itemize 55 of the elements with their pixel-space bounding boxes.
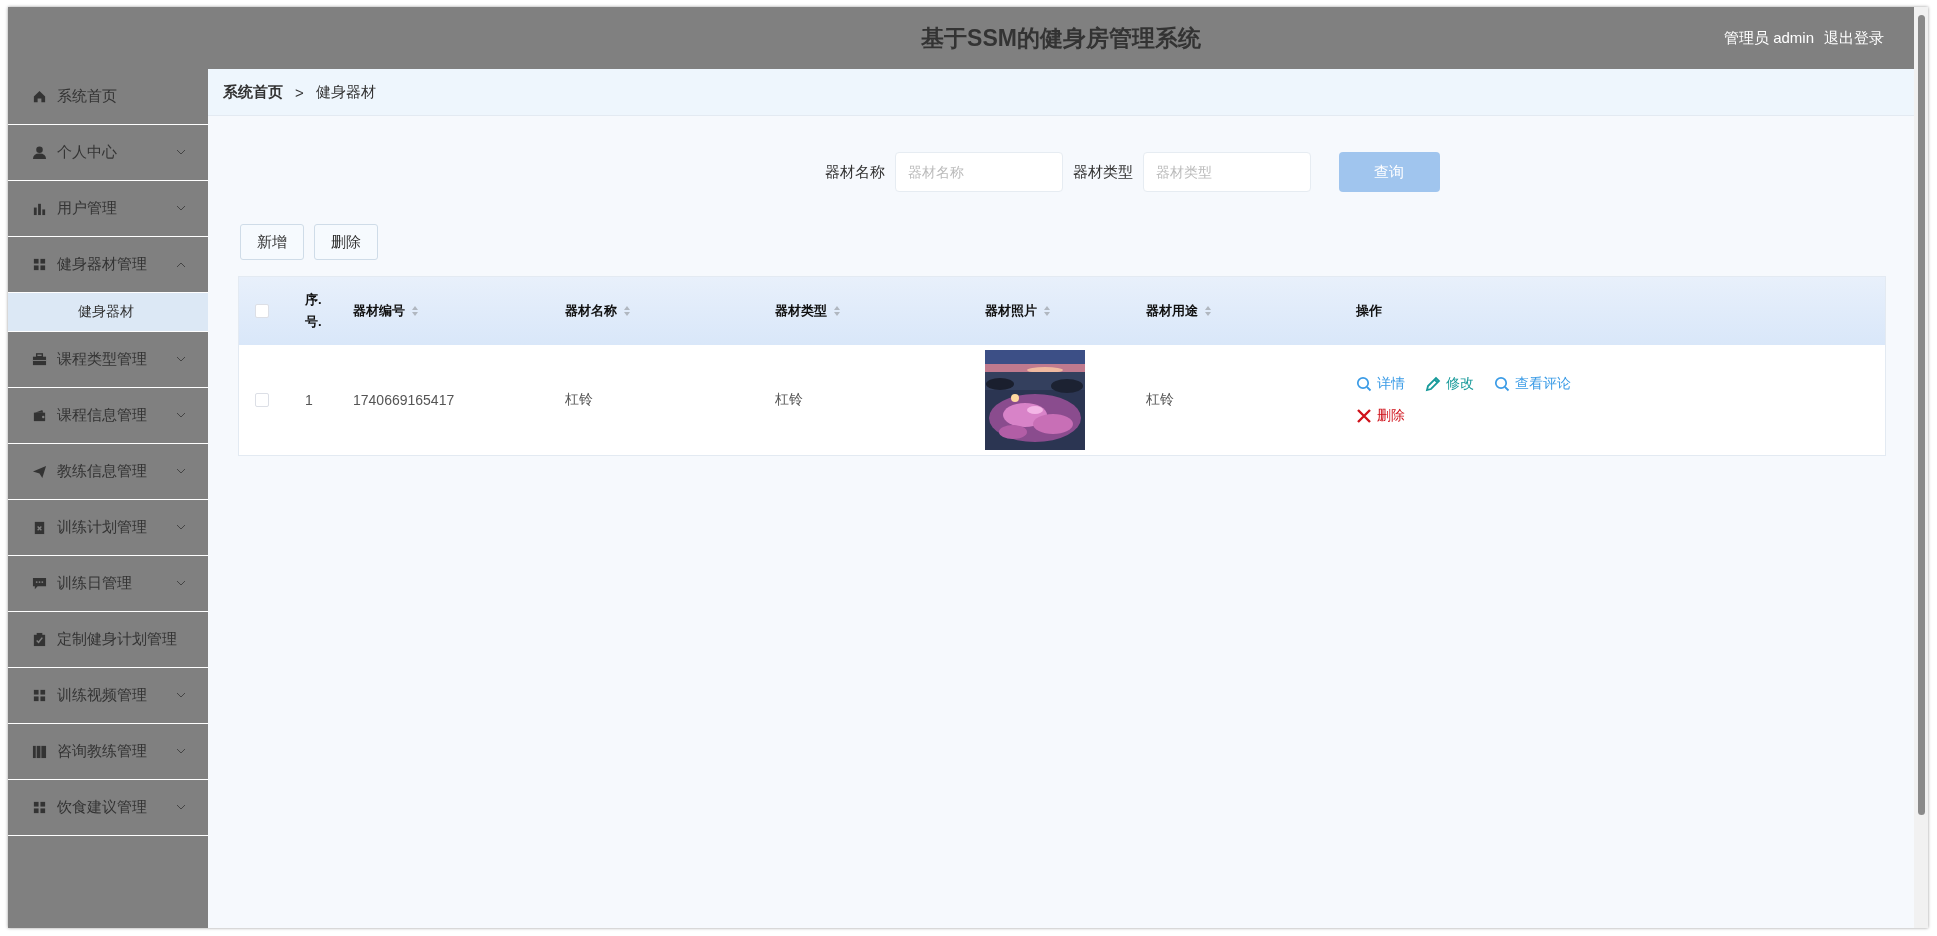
scrollbar[interactable] (1914, 7, 1928, 928)
menu-item-icon (32, 201, 47, 216)
menu-item-icon (32, 89, 47, 104)
sort-icon[interactable] (623, 304, 631, 317)
menu-item-icon (32, 800, 47, 815)
logout-link[interactable]: 退出登录 (1824, 28, 1884, 48)
search-icon (1494, 375, 1510, 392)
breadcrumb-item[interactable]: 系统首页 (223, 82, 283, 102)
pencil-icon (1425, 375, 1441, 392)
table-cell: 杠铃 (1138, 344, 1348, 455)
sort-icon[interactable] (1043, 304, 1051, 317)
column-header: 器材照片 (985, 301, 1037, 320)
menu-item-icon (32, 408, 47, 423)
breadcrumb-separator: > (295, 83, 304, 101)
search-field[interactable]: 器材名称 (894, 152, 1063, 192)
submenu-item[interactable]: 健身器材 (8, 293, 208, 332)
checkbox[interactable] (255, 392, 269, 407)
table-cell: 杠铃 (557, 344, 767, 455)
breadcrumb-item: 健身器材 (315, 82, 376, 102)
column-header: 器材名称 (565, 301, 617, 320)
search-icon (1356, 375, 1372, 392)
sort-icon[interactable] (411, 304, 419, 317)
menu-item-icon (32, 632, 47, 647)
menu-item-icon (32, 257, 47, 272)
menu-item-icon (32, 688, 47, 703)
column-header: 序. 号. (305, 290, 323, 331)
search-button[interactable]: 查询 (1338, 152, 1440, 192)
action-link[interactable]: 详情 (1356, 374, 1405, 393)
checkbox[interactable] (255, 303, 269, 318)
field-label: 器材名称 (824, 162, 885, 182)
field-label: 器材类型 (1072, 162, 1133, 182)
menu-item-icon (32, 145, 47, 160)
user-label: 管理员 admin (1723, 28, 1814, 48)
search-field[interactable]: 器材类型 (1142, 152, 1311, 192)
toolbar-button[interactable]: 新增 (240, 224, 304, 260)
action-link[interactable]: 修改 (1425, 374, 1474, 393)
menu-item-icon (32, 520, 47, 535)
app-title: 基于SSM的健身房管理系统 (921, 23, 1201, 53)
table-cell: 杠铃 (767, 344, 977, 455)
column-header: 器材编号 (353, 301, 405, 320)
table-cell: 1 (297, 344, 345, 455)
toolbar-button[interactable]: 删除 (314, 224, 378, 260)
close-icon (1356, 407, 1372, 424)
menu-item-icon (32, 576, 47, 591)
sort-icon[interactable] (1204, 304, 1212, 317)
column-header: 器材类型 (775, 301, 827, 320)
menu-item-icon (32, 352, 47, 367)
action-link[interactable]: 删除 (1356, 406, 1405, 425)
action-link[interactable]: 查看评论 (1494, 374, 1571, 393)
menu-item-icon (32, 744, 47, 759)
menu-item-icon (32, 464, 47, 479)
table-cell: 1740669165417 (345, 344, 557, 455)
column-header: 操作 (1356, 301, 1382, 320)
sort-icon[interactable] (833, 304, 841, 317)
column-header: 器材用途 (1146, 301, 1198, 320)
